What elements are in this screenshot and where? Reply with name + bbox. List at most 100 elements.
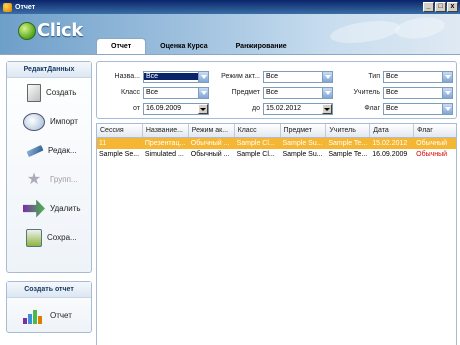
- chart-bar: [33, 310, 37, 324]
- filter-flag: Флаг Все: [342, 102, 453, 115]
- chevron-down-icon[interactable]: [442, 71, 452, 82]
- column-header-date[interactable]: Дата: [370, 124, 415, 137]
- sidebar-item-label: Импорт: [50, 117, 78, 126]
- chart-bar: [38, 316, 42, 324]
- app-icon: [3, 2, 12, 12]
- teacher-select-value: Все: [386, 89, 399, 96]
- column-header-mode[interactable]: Режим ак...: [189, 124, 235, 137]
- date-from-picker[interactable]: 16.09.2009: [143, 102, 209, 115]
- tab-report[interactable]: Отчет: [96, 38, 147, 54]
- chart-bar: [28, 314, 32, 324]
- import-icon: [23, 112, 45, 131]
- main-panel: Назва... Все Режим акт... Все Тип Все Кл…: [96, 61, 457, 345]
- sidebar-item-import[interactable]: Импорт: [7, 107, 91, 136]
- create-report-header: Создать отчет: [7, 282, 91, 298]
- flag-select[interactable]: Все: [383, 102, 453, 115]
- sidebar-item-label: Удалить: [50, 204, 81, 213]
- tab-course-rating[interactable]: Оценка Курса: [146, 38, 221, 54]
- calendar-dropdown-icon[interactable]: [198, 103, 208, 114]
- column-header-name[interactable]: Название...: [143, 124, 189, 137]
- globe-icon: [18, 21, 36, 40]
- filter-mode-label: Режим акт...: [221, 73, 260, 80]
- cell-session: 11: [99, 140, 107, 147]
- sidebar-item-delete[interactable]: Удалить: [7, 194, 91, 223]
- maximize-button[interactable]: □: [435, 2, 446, 12]
- filter-teacher: Учитель Все: [342, 86, 453, 99]
- chevron-down-icon[interactable]: [322, 87, 332, 98]
- column-header-subject[interactable]: Предмет: [281, 124, 327, 137]
- cell-subject: Sample Su...: [282, 140, 323, 147]
- filter-flag-label: Флаг: [364, 105, 380, 112]
- filter-panel: Назва... Все Режим акт... Все Тип Все Кл…: [96, 61, 457, 119]
- calendar-dropdown-icon[interactable]: [322, 103, 332, 114]
- chevron-down-icon[interactable]: [198, 71, 208, 82]
- title-bar: Отчет _ □ x: [0, 0, 460, 14]
- sidebar-item-label: Групп...: [50, 175, 78, 184]
- date-to-picker[interactable]: 15.02.2012: [263, 102, 333, 115]
- tab-ranking[interactable]: Ранжирование: [222, 38, 301, 54]
- column-header-session[interactable]: Сессия: [97, 124, 143, 137]
- sidebar-item-create[interactable]: Создать: [7, 78, 91, 107]
- chart-icon: [23, 306, 45, 324]
- mode-select[interactable]: Все: [263, 70, 333, 83]
- column-header-teacher[interactable]: Учитель: [326, 124, 371, 137]
- cell-session: Sample Se...: [99, 151, 140, 158]
- edit-data-header: РедактДанных: [7, 62, 91, 78]
- sidebar-item-group[interactable]: ★ Групп...: [7, 165, 91, 194]
- header-decoration: [328, 17, 402, 47]
- table-row[interactable]: 11 Презентац... Обычный ... Sample Cl...…: [97, 138, 456, 149]
- filter-mode: Режим акт... Все: [212, 70, 333, 83]
- filter-teacher-label: Учитель: [353, 89, 380, 96]
- date-to-label: до: [252, 105, 260, 112]
- sidebar-item-report[interactable]: Отчет: [7, 298, 91, 332]
- class-select[interactable]: Все: [143, 86, 209, 99]
- class-select-value: Все: [146, 89, 159, 96]
- cell-class: Sample Cl...: [236, 140, 275, 147]
- filter-date-to: до 15.02.2012: [212, 102, 333, 115]
- close-button[interactable]: x: [447, 2, 458, 12]
- flag-select-value: Все: [386, 105, 399, 112]
- sidebar-item-label: Редак...: [48, 146, 77, 155]
- logo-text: Click: [37, 20, 83, 41]
- chevron-down-icon[interactable]: [442, 103, 452, 114]
- cell-date: 15.02.2012: [372, 140, 408, 147]
- cell-class: Sample Cl...: [236, 151, 275, 158]
- column-header-class[interactable]: Класс: [235, 124, 281, 137]
- chevron-down-icon[interactable]: [442, 87, 452, 98]
- logo: Click: [18, 20, 83, 41]
- filter-class-label: Класс: [120, 89, 140, 96]
- name-select[interactable]: Все: [143, 70, 209, 83]
- sidebar: РедактДанных Создать Импорт Редак... ★ Г…: [6, 61, 92, 333]
- date-to-value[interactable]: 15.02.2012: [264, 105, 322, 112]
- filter-subject: Предмет Все: [212, 86, 333, 99]
- cell-subject: Sample Su...: [282, 151, 323, 158]
- filter-name: Назва... Все: [100, 70, 209, 83]
- subject-select-value: Все: [266, 89, 279, 96]
- minimize-button[interactable]: _: [423, 2, 434, 12]
- type-select[interactable]: Все: [383, 70, 453, 83]
- chevron-down-icon[interactable]: [198, 87, 208, 98]
- filter-subject-label: Предмет: [231, 89, 260, 96]
- teacher-select[interactable]: Все: [383, 86, 453, 99]
- table-row[interactable]: Sample Se... Simulated ... Обычный ... S…: [97, 149, 456, 160]
- cell-teacher: Sample Te...: [328, 140, 368, 147]
- date-from-value[interactable]: 16.09.2009: [144, 105, 198, 112]
- group-icon: ★: [26, 170, 42, 188]
- cell-flag: Обычный: [416, 140, 448, 147]
- filter-date-from: от 16.09.2009: [100, 102, 209, 115]
- filter-class: Класс Все: [100, 86, 209, 99]
- sidebar-item-edit[interactable]: Редак...: [7, 136, 91, 165]
- window-title: Отчет: [15, 3, 36, 11]
- column-header-flag[interactable]: Флаг: [414, 124, 456, 137]
- sidebar-item-save[interactable]: Сохра...: [7, 223, 91, 252]
- edit-icon: [26, 144, 44, 157]
- app-header: Click Отчет Оценка Курса Ранжирование: [0, 14, 460, 54]
- cell-flag: Обычный: [416, 151, 448, 158]
- mode-select-value: Все: [266, 73, 279, 80]
- sidebar-item-label: Отчет: [50, 310, 72, 320]
- cell-mode: Обычный ...: [190, 140, 230, 147]
- filter-type-label: Тип: [368, 73, 380, 80]
- chevron-down-icon[interactable]: [322, 71, 332, 82]
- subject-select[interactable]: Все: [263, 86, 333, 99]
